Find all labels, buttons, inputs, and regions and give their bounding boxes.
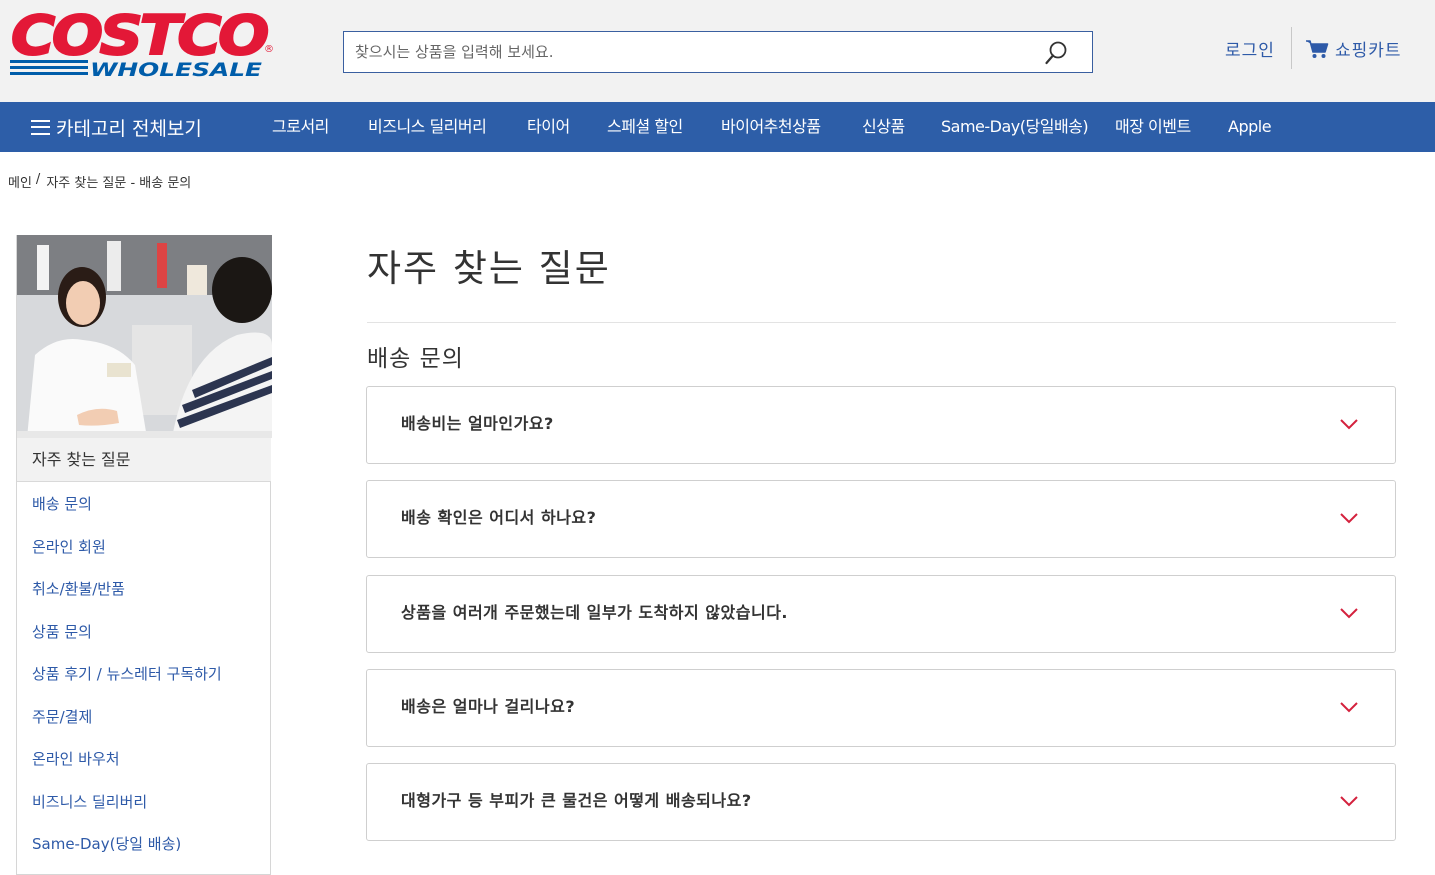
chevron-down-icon xyxy=(1340,608,1358,619)
faq-item[interactable]: 대형가구 등 부피가 큰 물건은 어떻게 배송되나요? xyxy=(366,763,1396,841)
search-icon[interactable] xyxy=(1044,40,1068,66)
search-box xyxy=(343,31,1093,73)
nav-item-special-discount[interactable]: 스페셜 할인 xyxy=(607,102,683,152)
nav-item-store-events[interactable]: 매장 이벤트 xyxy=(1115,102,1191,152)
breadcrumb-home[interactable]: 메인 xyxy=(8,172,32,191)
cart-icon xyxy=(1306,39,1329,58)
chevron-down-icon xyxy=(1340,513,1358,524)
chevron-down-icon xyxy=(1340,702,1358,713)
faq-item[interactable]: 배송비는 얼마인가요? xyxy=(366,386,1396,464)
sidebar-link-online-member[interactable]: 온라인 회원 xyxy=(32,526,222,569)
nav-item-apple[interactable]: Apple xyxy=(1228,102,1272,152)
breadcrumb-separator: / xyxy=(35,172,41,187)
site-header: COSTCO WHOLESALE ® 로그인 쇼핑카트 xyxy=(0,0,1435,102)
section-title: 배송 문의 xyxy=(367,346,464,372)
sidebar-link-business-delivery[interactable]: 비즈니스 딜리버리 xyxy=(32,781,222,824)
cart-link[interactable]: 쇼핑카트 xyxy=(1305,36,1402,61)
faq-item[interactable]: 상품을 여러개 주문했는데 일부가 도착하지 않았습니다. xyxy=(366,575,1396,653)
chevron-down-icon xyxy=(1340,796,1358,807)
header-divider xyxy=(1291,27,1292,69)
main-nav: 카테고리 전체보기 그로서리 비즈니스 딜리버리 타이어 스페셜 할인 바이어추… xyxy=(0,102,1435,152)
faq-question: 배송은 얼마나 걸리나요? xyxy=(401,697,576,716)
svg-text:®: ® xyxy=(264,44,274,55)
svg-text:COSTCO: COSTCO xyxy=(11,4,267,67)
faq-question: 대형가구 등 부피가 큰 물건은 어떻게 배송되나요? xyxy=(401,791,752,810)
customer-service-photo xyxy=(17,235,272,438)
cart-label: 쇼핑카트 xyxy=(1335,41,1402,61)
breadcrumb: 메인 / 자주 찾는 질문 - 배송 문의 xyxy=(8,172,191,191)
sidebar-heading: 자주 찾는 질문 xyxy=(17,438,271,482)
all-categories-button[interactable]: 카테고리 전체보기 xyxy=(31,102,202,152)
nav-item-new-products[interactable]: 신상품 xyxy=(862,102,905,152)
nav-item-tires[interactable]: 타이어 xyxy=(527,102,570,152)
sidebar-link-product-inquiry[interactable]: 상품 문의 xyxy=(32,611,222,654)
nav-item-grocery[interactable]: 그로서리 xyxy=(272,102,329,152)
breadcrumb-current: 자주 찾는 질문 - 배송 문의 xyxy=(46,176,192,191)
sidebar-link-order-payment[interactable]: 주문/결제 xyxy=(32,696,222,739)
svg-text:WHOLESALE: WHOLESALE xyxy=(90,59,262,80)
faq-item[interactable]: 배송은 얼마나 걸리나요? xyxy=(366,669,1396,747)
nav-item-business-delivery[interactable]: 비즈니스 딜리버리 xyxy=(368,102,487,152)
hamburger-icon xyxy=(31,119,50,135)
login-link[interactable]: 로그인 xyxy=(1225,36,1275,61)
all-categories-label: 카테고리 전체보기 xyxy=(56,117,202,140)
chevron-down-icon xyxy=(1340,419,1358,430)
nav-item-same-day[interactable]: Same-Day(당일배송) xyxy=(941,102,1089,152)
faq-question: 상품을 여러개 주문했는데 일부가 도착하지 않았습니다. xyxy=(401,603,788,622)
faq-item[interactable]: 배송 확인은 어디서 하나요? xyxy=(366,480,1396,558)
title-divider xyxy=(367,322,1396,323)
sidebar-link-cancel-refund[interactable]: 취소/환불/반품 xyxy=(32,568,222,611)
nav-item-buyer-picks[interactable]: 바이어추천상품 xyxy=(721,102,821,152)
sidebar-links: 배송 문의 온라인 회원 취소/환불/반품 상품 문의 상품 후기 / 뉴스레터… xyxy=(32,483,222,866)
costco-logo[interactable]: COSTCO WHOLESALE ® xyxy=(8,4,274,80)
faq-question: 배송 확인은 어디서 하나요? xyxy=(401,508,597,527)
sidebar-link-online-voucher[interactable]: 온라인 바우처 xyxy=(32,738,222,781)
search-input[interactable] xyxy=(344,32,1034,72)
faq-sidebar: 자주 찾는 질문 배송 문의 온라인 회원 취소/환불/반품 상품 문의 상품 … xyxy=(16,235,272,875)
sidebar-link-reviews-newsletter[interactable]: 상품 후기 / 뉴스레터 구독하기 xyxy=(32,653,222,696)
faq-question: 배송비는 얼마인가요? xyxy=(401,414,554,433)
page-title: 자주 찾는 질문 xyxy=(367,247,611,290)
sidebar-link-same-day[interactable]: Same-Day(당일 배송) xyxy=(32,823,222,866)
sidebar-link-delivery[interactable]: 배송 문의 xyxy=(32,483,222,526)
